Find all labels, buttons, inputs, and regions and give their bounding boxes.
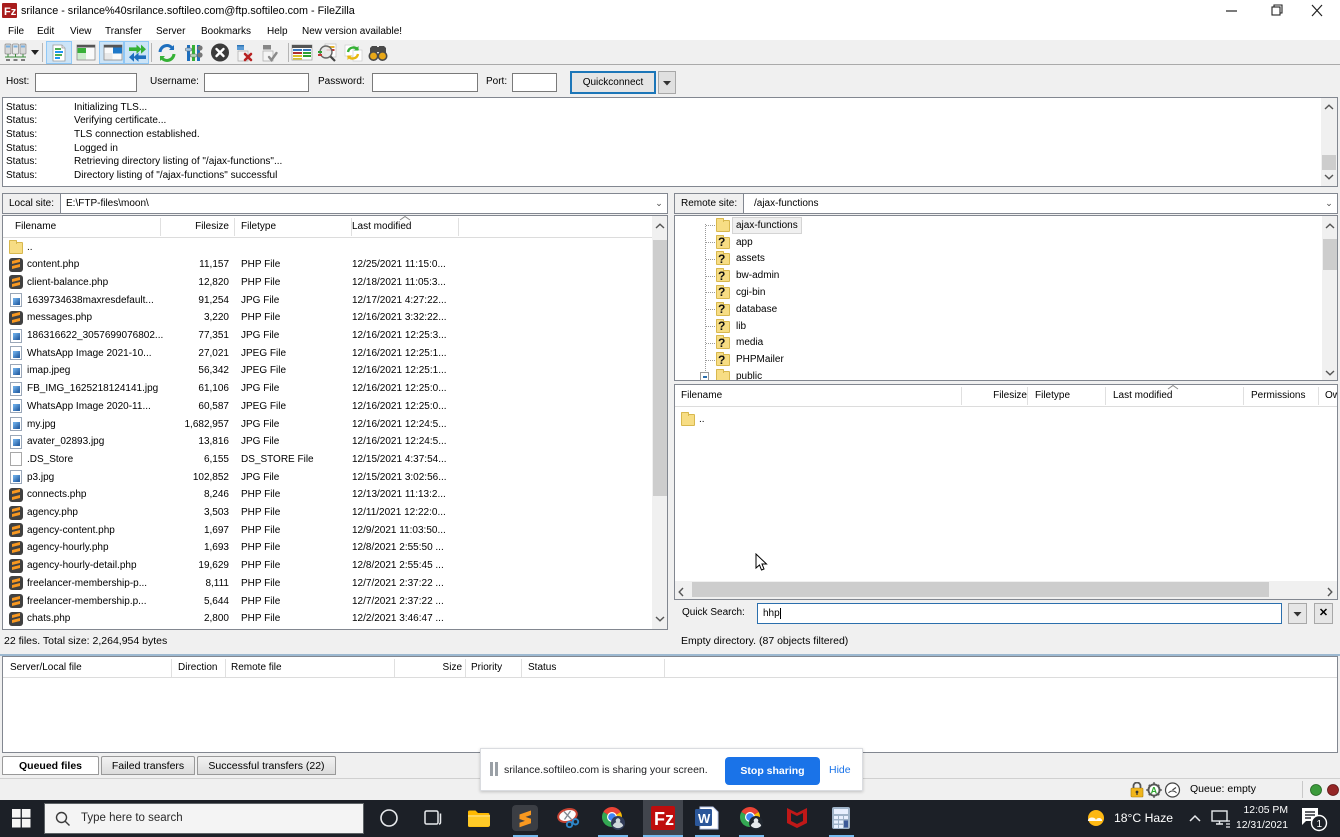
svg-text:1: 1 — [1317, 819, 1323, 830]
svg-text:Fz: Fz — [654, 809, 674, 829]
svg-text:Fz: Fz — [4, 6, 17, 18]
svg-text:W: W — [698, 811, 711, 826]
svg-text:A: A — [1151, 786, 1158, 796]
